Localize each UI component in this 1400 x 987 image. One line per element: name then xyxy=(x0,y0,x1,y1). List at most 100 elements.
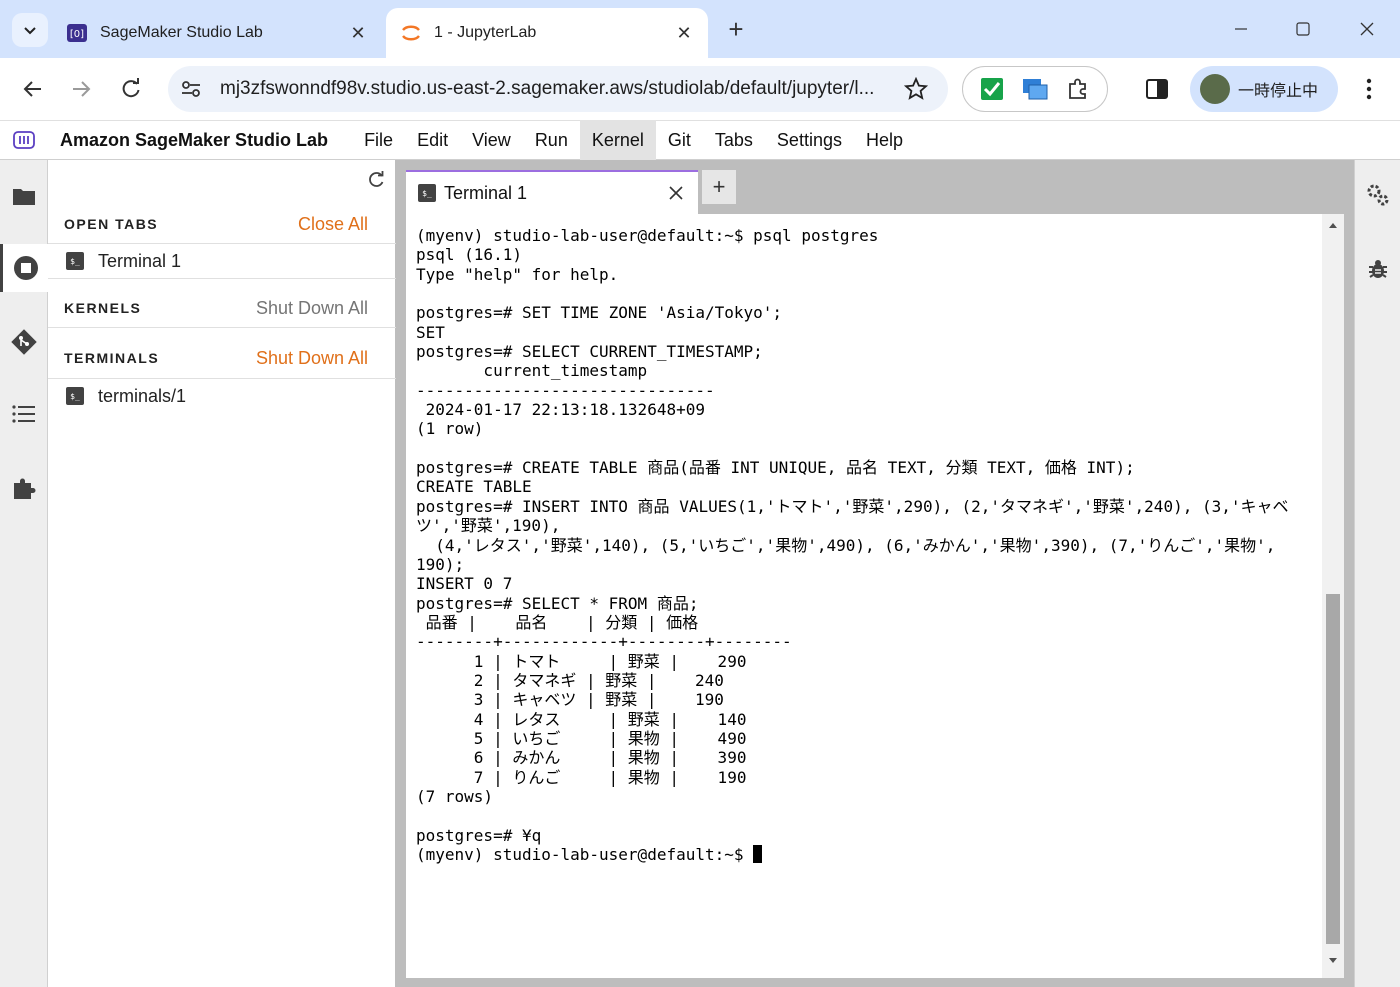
terminal-line: Type "help" for help. xyxy=(416,264,619,284)
left-sidebar xyxy=(0,160,48,987)
extension-icon[interactable] xyxy=(0,464,48,512)
menu-settings[interactable]: Settings xyxy=(765,120,854,160)
property-inspector-icon[interactable] xyxy=(1363,180,1393,210)
more-menu-icon[interactable] xyxy=(1356,74,1382,104)
menu-tabs[interactable]: Tabs xyxy=(703,120,765,160)
terminal-view[interactable]: (myenv) studio-lab-user@default:~$ psql … xyxy=(406,214,1344,978)
terminal-line: 3 | キャベツ | 野菜 | 190 xyxy=(416,690,724,710)
terminal-line: 品番 | 品名 | 分類 | 価格 xyxy=(416,612,699,632)
terminal-line: (1 row) xyxy=(416,419,484,439)
kernels-shutdown-all-button[interactable]: Shut Down All xyxy=(256,298,368,319)
running-sessions-panel: OPEN TABS Close All $_ Terminal 1 KERNEL… xyxy=(48,160,396,987)
terminal-line: 2024-01-17 22:13:18.132648+09 xyxy=(416,400,705,420)
terminal-line: SET xyxy=(416,322,445,342)
terminal-line: postgres=# SELECT * FROM 商品; xyxy=(416,593,699,613)
terminal-line: postgres=# SET TIME ZONE 'Asia/Tokyo'; xyxy=(416,303,783,323)
tab-terminal-1[interactable]: $_ Terminal 1 xyxy=(406,170,698,214)
puzzle-extensions-icon[interactable] xyxy=(1064,75,1092,103)
open-tabs-section: OPEN TABS Close All xyxy=(48,206,396,242)
menu-git[interactable]: Git xyxy=(656,120,703,160)
maximize-icon[interactable] xyxy=(1288,14,1318,44)
terminal-scrollbar[interactable] xyxy=(1322,214,1344,978)
folder-icon[interactable] xyxy=(0,172,48,220)
browser-tab-title: 1 - JupyterLab xyxy=(434,24,537,41)
reload-icon[interactable] xyxy=(114,72,148,106)
chevron-down-icon xyxy=(24,27,36,35)
checkbox-extension-icon[interactable] xyxy=(978,75,1006,103)
forward-icon[interactable] xyxy=(64,72,98,106)
terminal-line: 190); xyxy=(416,554,465,574)
profile-status: 一時停止中 xyxy=(1238,83,1319,100)
terminal-line: (myenv) studio-lab-user@default:~$ psql … xyxy=(416,226,879,245)
terminals-title: TERMINALS xyxy=(64,350,160,366)
terminal-session-item[interactable]: $_ terminals/1 xyxy=(48,380,396,412)
svg-text:[0]: [0] xyxy=(70,29,84,40)
browser-tab-title: SageMaker Studio Lab xyxy=(100,24,263,41)
address-bar[interactable]: mj3zfswonndf98v.studio.us-east-2.sagemak… xyxy=(168,66,948,112)
divider xyxy=(48,243,396,244)
back-icon[interactable] xyxy=(16,72,50,106)
add-launcher-button[interactable]: + xyxy=(702,170,736,204)
divider xyxy=(48,327,396,328)
refresh-icon[interactable] xyxy=(364,168,388,192)
studiolab-favicon-icon: [0] xyxy=(66,22,88,44)
extensions-group xyxy=(962,66,1108,112)
terminals-section: TERMINALS Shut Down All xyxy=(48,340,396,376)
tab-search-button[interactable] xyxy=(12,13,48,47)
browser-tab-studiolab[interactable]: [0] SageMaker Studio Lab ✕ xyxy=(52,8,382,58)
terminal-line: 1 | トマト | 野菜 | 290 xyxy=(416,651,747,671)
menu-file[interactable]: File xyxy=(352,120,405,160)
terminal-line: 7 | りんご | 果物 | 190 xyxy=(416,767,747,787)
right-sidebar xyxy=(1354,160,1400,987)
menu-view[interactable]: View xyxy=(460,120,523,160)
terminals-shutdown-all-button[interactable]: Shut Down All xyxy=(256,348,368,369)
minimize-icon[interactable] xyxy=(1226,14,1256,44)
main-dock-area: $_ Terminal 1 + (myenv) studio-lab-user@… xyxy=(396,160,1354,987)
new-tab-button[interactable]: + xyxy=(722,16,750,44)
side-panel-icon[interactable] xyxy=(1142,74,1172,104)
running-icon[interactable] xyxy=(0,244,48,292)
window-close-icon[interactable] xyxy=(1352,14,1382,44)
menu-help[interactable]: Help xyxy=(854,120,915,160)
close-icon[interactable]: ✕ xyxy=(674,23,694,43)
jupyter-favicon-icon xyxy=(400,22,422,44)
terminal-line: ------------------------------- xyxy=(416,380,715,400)
scroll-down-icon[interactable] xyxy=(1327,954,1339,966)
toc-icon[interactable] xyxy=(0,390,48,438)
tab-label: Terminal 1 xyxy=(444,182,528,203)
avatar xyxy=(1200,74,1230,104)
terminal-line: postgres=# SELECT CURRENT_TIMESTAMP; xyxy=(416,342,763,362)
terminal-line: CREATE TABLE xyxy=(416,477,532,497)
terminal-output: (myenv) studio-lab-user@default:~$ psql … xyxy=(416,226,1314,864)
debugger-icon[interactable] xyxy=(1363,254,1393,284)
terminal-line: 4 | レタス | 野菜 | 140 xyxy=(416,709,747,729)
menu-edit[interactable]: Edit xyxy=(405,120,460,160)
terminal-icon: $_ xyxy=(66,387,84,405)
app-title: Amazon SageMaker Studio Lab xyxy=(60,129,329,150)
jupyter-menubar: Amazon SageMaker Studio Lab File Edit Vi… xyxy=(0,120,1400,160)
terminal-line: ツ','野菜',190), xyxy=(416,516,561,536)
screenshot-extension-icon[interactable] xyxy=(1021,75,1049,103)
terminal-line: postgres=# ¥q xyxy=(416,825,542,845)
terminal-line: (4,'レタス','野菜',140), (5,'いちご','果物',490), … xyxy=(416,535,1276,555)
bookmark-star-icon[interactable] xyxy=(903,76,929,101)
close-all-button[interactable]: Close All xyxy=(298,214,368,235)
profile-button[interactable]: 一時停止中 xyxy=(1190,66,1338,112)
git-icon[interactable] xyxy=(0,318,48,366)
scroll-up-icon[interactable] xyxy=(1327,220,1339,232)
terminal-line: current_timestamp xyxy=(416,361,648,381)
terminal-line: (7 rows) xyxy=(416,786,494,806)
close-icon[interactable]: ✕ xyxy=(348,23,368,43)
browser-tab-jupyterlab[interactable]: 1 - JupyterLab ✕ xyxy=(386,8,708,58)
terminal-cursor xyxy=(753,845,763,863)
open-tab-item[interactable]: $_ Terminal 1 xyxy=(48,245,396,277)
terminal-session-label: terminals/1 xyxy=(98,385,187,406)
site-settings-icon[interactable] xyxy=(176,74,206,104)
menu-run[interactable]: Run xyxy=(523,120,580,160)
close-icon[interactable] xyxy=(666,183,686,203)
menu-kernel[interactable]: Kernel xyxy=(579,120,656,160)
terminal-line: --------+------------+--------+-------- xyxy=(416,632,792,652)
terminal-line: postgres=# INSERT INTO 商品 VALUES(1,'トマト'… xyxy=(416,496,1289,516)
terminal-line: (myenv) studio-lab-user@default:~$ xyxy=(416,845,1314,864)
scrollbar-thumb[interactable] xyxy=(1326,594,1340,944)
